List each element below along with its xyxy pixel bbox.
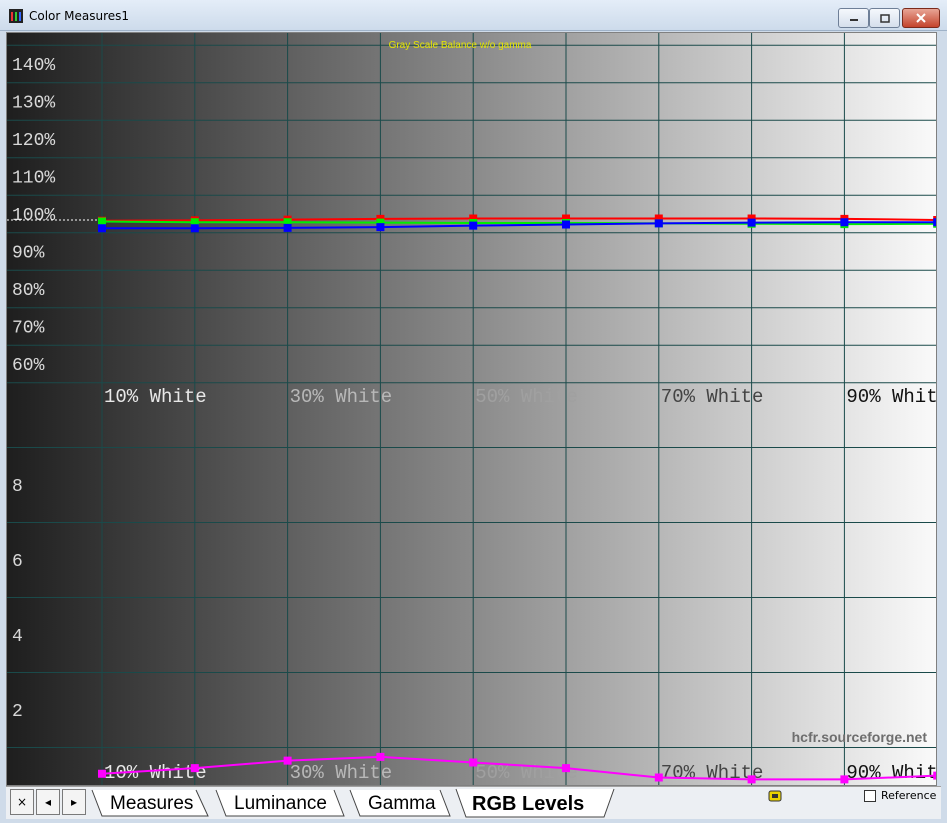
minimize-button[interactable] [838, 8, 869, 28]
chart-title: Gray Scale Balance w/o gamma [389, 40, 532, 51]
title-bar: Color Measures1 [0, 0, 947, 31]
data-point [747, 775, 756, 784]
data-point [654, 773, 663, 782]
y-tick-label: 120% [12, 131, 55, 151]
data-point [562, 764, 570, 773]
data-point [654, 219, 663, 228]
bottom-tab-bar: × ◂ ▸ Measures Luminance Gamma RGB Level… [6, 786, 941, 819]
y-tick-label: 4 [12, 627, 23, 647]
y-tick-label: 110% [12, 169, 55, 189]
x-tick-label: 10% White [104, 386, 207, 408]
y-tick-label: 140% [12, 56, 55, 76]
data-point [98, 769, 106, 778]
reference-label: Reference [881, 789, 937, 802]
reference-checkbox-wrap[interactable]: Reference [864, 789, 936, 802]
tab-luminance-label: Luminance [234, 793, 327, 814]
y-tick-label: 60% [12, 356, 45, 376]
x-tick-label: 90% White [846, 386, 936, 408]
data-point [840, 775, 849, 784]
data-point [933, 218, 936, 227]
data-point [190, 764, 199, 773]
tab-gamma-label: Gamma [368, 793, 436, 814]
arrow-right-icon: ▸ [70, 795, 78, 809]
watermark: hcfr.sourceforge.net [792, 729, 928, 745]
data-point [283, 756, 292, 765]
y-tick-label: 6 [12, 552, 23, 572]
y-tick-label: 8 [12, 477, 23, 497]
x-tick-label: 50% White [475, 386, 578, 408]
data-point [747, 218, 756, 227]
data-point [562, 220, 570, 229]
chart-canvas: 140% 130% 120% 110% 100% 90% 80% 70% 60% 8 6 4 2 10% … [7, 33, 936, 785]
tab-rgb-levels-label: RGB Levels [472, 793, 584, 815]
reference-checkbox[interactable] [864, 789, 876, 802]
tab-measures-label: Measures [110, 793, 193, 814]
close-tab-button[interactable]: × [10, 789, 34, 815]
app-window: Color Measures1 140% 130% 120% 110% 100% 90% 8… [0, 0, 947, 823]
data-point [840, 218, 849, 227]
x-tick-label: 30% White [290, 386, 393, 408]
x-tick-label: 70% White [661, 386, 764, 408]
y-tick-label: 2 [12, 702, 23, 722]
minimize-icon [849, 19, 858, 21]
app-icon [9, 9, 23, 23]
close-tab-icon: × [16, 795, 28, 809]
next-tab-button[interactable]: ▸ [62, 789, 86, 815]
y-tick-label: 90% [12, 244, 45, 264]
window-title: Color Measures1 [29, 9, 130, 23]
y-tick-label: 70% [12, 319, 45, 339]
restore-icon [879, 13, 890, 23]
data-point [190, 224, 199, 233]
tab-strip: Measures Luminance Gamma RGB Levels [91, 788, 615, 818]
data-point [376, 752, 385, 761]
y-tick-label: 80% [12, 281, 45, 301]
close-button[interactable] [902, 8, 940, 28]
close-icon [916, 13, 926, 23]
data-point [376, 223, 385, 232]
data-point [469, 221, 478, 230]
x-tick-label: 30% White [290, 762, 393, 784]
x-tick-label: 90% White [846, 762, 936, 784]
y-tick-label: 100% [12, 206, 55, 226]
chart-area: 140% 130% 120% 110% 100% 90% 80% 70% 60% 8 6 4 2 10% … [6, 32, 937, 786]
y-tick-label: 130% [12, 94, 55, 114]
data-point [98, 224, 106, 233]
calibration-tool-icon[interactable] [768, 789, 782, 803]
maximize-button[interactable] [869, 8, 900, 28]
data-point [933, 771, 936, 780]
data-point [283, 223, 292, 232]
data-point [469, 758, 478, 767]
arrow-left-icon: ◂ [44, 795, 52, 809]
prev-tab-button[interactable]: ◂ [36, 789, 60, 815]
